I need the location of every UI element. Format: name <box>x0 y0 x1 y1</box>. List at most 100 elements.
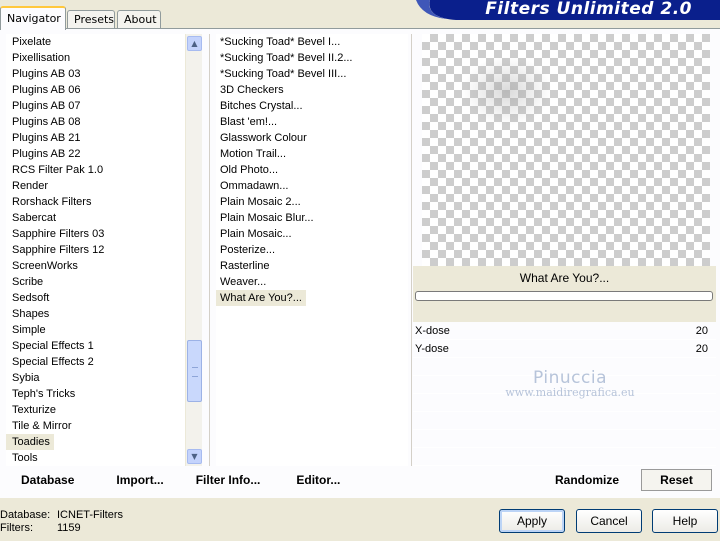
filter-item[interactable]: Bitches Crystal... <box>216 98 408 114</box>
filter-item[interactable]: Plain Mosaic 2... <box>216 194 408 210</box>
category-item[interactable]: Sybia <box>6 370 186 386</box>
filter-item[interactable]: Plain Mosaic Blur... <box>216 210 408 226</box>
filter-item-label: Plain Mosaic... <box>220 228 292 240</box>
param-row-empty <box>413 376 716 394</box>
filter-item[interactable]: Motion Trail... <box>216 146 408 162</box>
parameter-table: X-dose 20 Y-dose 20 <box>413 322 716 466</box>
category-item-label: Pixelate <box>12 36 52 48</box>
filter-item-label: Ommadawn... <box>220 180 289 192</box>
category-item[interactable]: Pixellisation <box>6 50 186 66</box>
category-item[interactable]: Special Effects 2 <box>6 354 186 370</box>
param-row-x-dose[interactable]: X-dose 20 <box>413 322 716 340</box>
cancel-button[interactable]: Cancel <box>576 509 642 533</box>
category-item[interactable]: Teph's Tricks <box>6 386 186 402</box>
filter-item[interactable]: What Are You?... <box>216 290 408 306</box>
category-scrollbar[interactable]: ▲ ▼ <box>185 34 202 466</box>
category-item[interactable]: Plugins AB 03 <box>6 66 186 82</box>
category-item[interactable]: RCS Filter Pak 1.0 <box>6 162 186 178</box>
category-item[interactable]: Sedsoft <box>6 290 186 306</box>
category-item[interactable]: Pixelate <box>6 34 186 50</box>
param-row-empty <box>413 394 716 412</box>
filter-item-label: What Are You?... <box>216 290 306 306</box>
category-item[interactable]: Sabercat <box>6 210 186 226</box>
tab-about[interactable]: About <box>117 10 161 29</box>
filter-item[interactable]: *Sucking Toad* Bevel III... <box>216 66 408 82</box>
filter-item[interactable]: Ommadawn... <box>216 178 408 194</box>
category-item[interactable]: Render <box>6 178 186 194</box>
filters-label: Filters: <box>0 522 33 534</box>
filter-item[interactable]: *Sucking Toad* Bevel II.2... <box>216 50 408 66</box>
category-item-label: Sabercat <box>12 212 57 224</box>
filter-item[interactable]: Old Photo... <box>216 162 408 178</box>
database-value: ICNET-Filters <box>57 509 123 521</box>
preview-canvas[interactable] <box>422 34 710 266</box>
category-item[interactable]: Rorshack Filters <box>6 194 186 210</box>
filter-item-label: Old Photo... <box>220 164 279 176</box>
category-item-label: Render <box>12 180 49 192</box>
database-label: Database: <box>0 509 51 521</box>
category-item-label: Plugins AB 03 <box>12 68 81 80</box>
category-item-label: Plugins AB 22 <box>12 148 81 160</box>
filter-item[interactable]: Plain Mosaic... <box>216 226 408 242</box>
filter-info-button[interactable]: Filter Info... <box>196 473 261 487</box>
filter-item[interactable]: Weaver... <box>216 274 408 290</box>
tab-navigator[interactable]: Navigator <box>0 6 66 30</box>
category-item[interactable]: Tile & Mirror <box>6 418 186 434</box>
category-item-label: Shapes <box>12 308 50 320</box>
category-item-label: Special Effects 2 <box>12 356 94 368</box>
param-label: Y-dose <box>415 342 449 355</box>
help-button[interactable]: Help <box>652 509 718 533</box>
category-item[interactable]: Shapes <box>6 306 186 322</box>
editor-button[interactable]: Editor... <box>296 473 340 487</box>
category-item-label: Sapphire Filters 03 <box>12 228 105 240</box>
category-item[interactable]: Sapphire Filters 03 <box>6 226 186 242</box>
category-item-label: Plugins AB 08 <box>12 116 81 128</box>
scroll-down-button[interactable]: ▼ <box>187 449 202 464</box>
scroll-up-button[interactable]: ▲ <box>187 36 202 51</box>
selected-filter-name: What Are You?... <box>519 271 610 285</box>
category-item[interactable]: Simple <box>6 322 186 338</box>
category-item[interactable]: Sapphire Filters 12 <box>6 242 186 258</box>
preset-strip: Randomize Reset <box>536 466 712 494</box>
param-row-empty <box>413 430 716 448</box>
category-item-label: Sapphire Filters 12 <box>12 244 105 256</box>
filter-list[interactable]: *Sucking Toad* Bevel I... *Sucking Toad* … <box>216 34 408 466</box>
filter-item[interactable]: Rasterline <box>216 258 408 274</box>
import-button[interactable]: Import... <box>116 473 163 487</box>
param-row-empty <box>413 412 716 430</box>
category-item[interactable]: ScreenWorks <box>6 258 186 274</box>
category-item[interactable]: Plugins AB 21 <box>6 130 186 146</box>
filter-item-label: Bitches Crystal... <box>220 100 303 112</box>
filter-item[interactable]: Blast 'em!... <box>216 114 408 130</box>
category-item[interactable]: Special Effects 1 <box>6 338 186 354</box>
category-item[interactable]: Plugins AB 07 <box>6 98 186 114</box>
category-item[interactable]: Plugins AB 06 <box>6 82 186 98</box>
filter-item[interactable]: Posterize... <box>216 242 408 258</box>
category-item[interactable]: Toadies <box>6 434 186 450</box>
chevron-up-icon: ▲ <box>191 39 198 48</box>
apply-button[interactable]: Apply <box>499 509 565 533</box>
scroll-thumb[interactable] <box>187 340 202 402</box>
tab-presets[interactable]: Presets <box>67 10 115 29</box>
filter-item-label: Plain Mosaic 2... <box>220 196 301 208</box>
category-item-label: Rorshack Filters <box>12 196 92 208</box>
category-list[interactable]: Pixelate Pixellisation Plugins AB 03 Plugin… <box>6 34 186 466</box>
reset-button[interactable]: Reset <box>641 469 712 491</box>
database-button[interactable]: Database <box>21 473 74 487</box>
filter-item[interactable]: 3D Checkers <box>216 82 408 98</box>
param-label: X-dose <box>415 324 450 337</box>
param-row-y-dose[interactable]: Y-dose 20 <box>413 340 716 358</box>
category-item-label: Plugins AB 06 <box>12 84 81 96</box>
filter-item[interactable]: Glasswork Colour <box>216 130 408 146</box>
filter-item[interactable]: *Sucking Toad* Bevel I... <box>216 34 408 50</box>
category-item-label: Texturize <box>12 404 57 416</box>
category-item-label: Plugins AB 21 <box>12 132 81 144</box>
category-item[interactable]: Texturize <box>6 402 186 418</box>
title-banner: Filters Unlimited 2.0 <box>416 0 720 20</box>
category-item[interactable]: Plugins AB 08 <box>6 114 186 130</box>
category-item[interactable]: Tools <box>6 450 186 466</box>
category-item[interactable]: Plugins AB 22 <box>6 146 186 162</box>
category-item-label: Special Effects 1 <box>12 340 94 352</box>
randomize-button[interactable]: Randomize <box>555 473 619 487</box>
category-item[interactable]: Scribe <box>6 274 186 290</box>
